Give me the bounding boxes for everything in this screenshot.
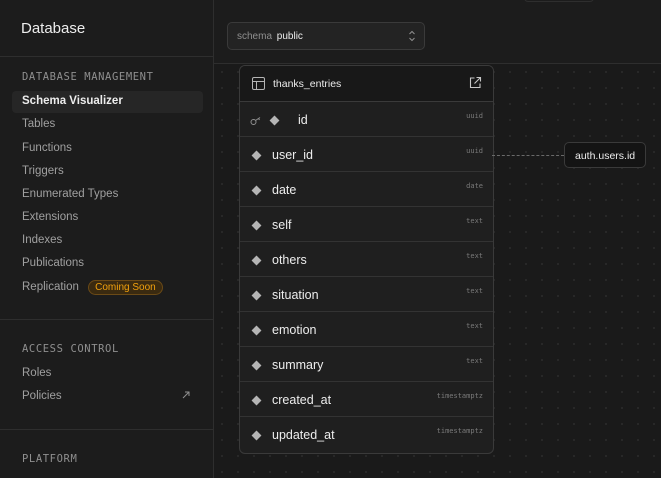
section-title-database-management: DATABASE MANAGEMENT — [22, 71, 154, 83]
column-diamond-icon — [251, 395, 262, 406]
column-type: uuid — [466, 147, 483, 155]
sidebar-divider — [0, 429, 213, 430]
chevron-up-down-icon — [408, 29, 416, 44]
table-node-header: thanks_entries — [240, 66, 493, 102]
column-type: text — [466, 322, 483, 330]
top-tab[interactable] — [524, 0, 594, 2]
sidebar-item-functions[interactable]: Functions — [12, 138, 203, 160]
toolbar: schema public — [214, 0, 661, 64]
sidebar-item-label: Triggers — [22, 165, 64, 177]
column-diamond-icon — [251, 220, 262, 231]
column-diamond-icon — [251, 290, 262, 301]
sidebar-item-label: Roles — [22, 367, 52, 379]
column-row-self: self text — [240, 207, 493, 242]
column-name: created_at — [272, 393, 332, 407]
column-diamond-icon — [269, 115, 280, 126]
column-diamond-icon — [251, 325, 262, 336]
external-link-icon — [181, 390, 191, 403]
foreign-key-edge — [492, 155, 564, 156]
key-icon — [250, 113, 262, 131]
sidebar-item-publications[interactable]: Publications — [12, 253, 203, 275]
column-row-created-at: created_at timestamptz — [240, 382, 493, 417]
column-row-updated-at: updated_at timestamptz — [240, 417, 493, 452]
column-row-date: date date — [240, 172, 493, 207]
sidebar-title: Database — [0, 0, 213, 57]
coming-soon-badge: Coming Soon — [88, 280, 163, 295]
column-row-emotion: emotion text — [240, 312, 493, 347]
sidebar-item-triggers[interactable]: Triggers — [12, 161, 203, 183]
reference-node-auth-users-id[interactable]: auth.users.id — [564, 142, 646, 168]
sidebar-item-label: Indexes — [22, 234, 63, 246]
sidebar-item-label: Schema Visualizer — [22, 95, 123, 107]
external-link-icon[interactable] — [469, 76, 482, 94]
schema-select-value: public — [276, 31, 303, 42]
column-type: date — [466, 182, 483, 190]
sidebar-item-label: Enumerated Types — [22, 188, 119, 200]
sidebar: Database DATABASE MANAGEMENT Schema Visu… — [0, 0, 214, 478]
column-name: situation — [272, 288, 319, 302]
column-diamond-icon — [251, 150, 262, 161]
sidebar-item-policies[interactable]: Policies — [12, 386, 203, 408]
sidebar-item-label: Publications — [22, 257, 85, 269]
column-row-situation: situation text — [240, 277, 493, 312]
sidebar-item-indexes[interactable]: Indexes — [12, 230, 203, 252]
column-row-others: others text — [240, 242, 493, 277]
column-name: id — [298, 113, 308, 127]
schema-select-label: schema — [237, 31, 273, 42]
column-type: text — [466, 357, 483, 365]
column-row-id: id uuid — [240, 102, 493, 137]
sidebar-item-label: Extensions — [22, 211, 79, 223]
column-diamond-icon — [251, 430, 262, 441]
column-name: user_id — [272, 148, 313, 162]
column-name: others — [272, 253, 307, 267]
column-type: text — [466, 287, 483, 295]
sidebar-item-label: Policies — [22, 390, 62, 402]
column-diamond-icon — [251, 360, 262, 371]
column-name: emotion — [272, 323, 317, 337]
sidebar-item-roles[interactable]: Roles — [12, 363, 203, 385]
sidebar-item-label: Tables — [22, 118, 56, 130]
column-name: self — [272, 218, 292, 232]
sidebar-item-extensions[interactable]: Extensions — [12, 207, 203, 229]
sidebar-item-label: Functions — [22, 142, 72, 154]
column-type: uuid — [466, 112, 483, 120]
column-type: timestamptz — [436, 427, 483, 435]
sidebar-item-replication[interactable]: Replication Coming Soon — [12, 276, 203, 298]
sidebar-item-tables[interactable]: Tables — [12, 114, 203, 136]
column-row-summary: summary text — [240, 347, 493, 382]
schema-select[interactable]: schema public — [227, 22, 425, 50]
section-title-access-control: ACCESS CONTROL — [22, 343, 119, 355]
column-name: updated_at — [272, 428, 335, 442]
sidebar-item-enumerated-types[interactable]: Enumerated Types — [12, 184, 203, 206]
table-name: thanks_entries — [273, 78, 342, 90]
sidebar-divider — [0, 319, 213, 320]
sidebar-item-schema-visualizer[interactable]: Schema Visualizer — [12, 91, 203, 113]
column-type: timestamptz — [436, 392, 483, 400]
column-type: text — [466, 217, 483, 225]
table-node-thanks-entries[interactable]: thanks_entries id uuid user_id uuid date… — [239, 65, 494, 454]
sidebar-item-label: Replication — [22, 281, 79, 293]
column-diamond-icon — [251, 255, 262, 266]
table-icon — [252, 77, 265, 95]
column-name: date — [272, 183, 297, 197]
column-row-user-id: user_id uuid — [240, 137, 493, 172]
section-title-platform: PLATFORM — [22, 453, 78, 465]
column-type: text — [466, 252, 483, 260]
column-diamond-icon — [251, 185, 262, 196]
column-list: id uuid user_id uuid date date self text… — [240, 102, 493, 453]
column-name: summary — [272, 358, 324, 372]
